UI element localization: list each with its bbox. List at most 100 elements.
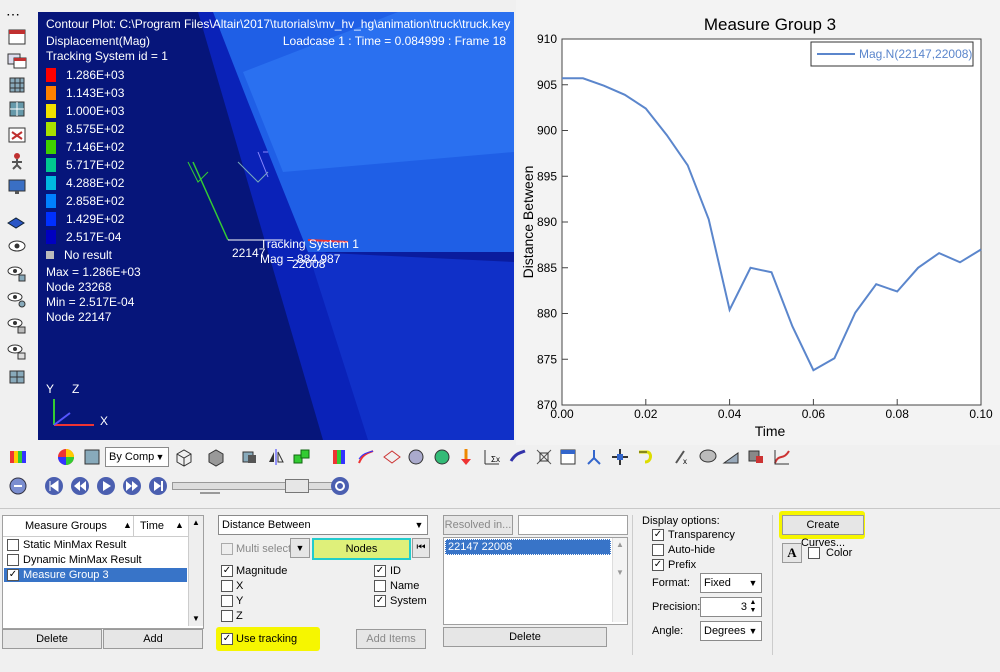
transparency-checkbox[interactable]: ✓ xyxy=(652,529,664,541)
color-swatch[interactable] xyxy=(808,547,820,559)
delete-group-button[interactable]: Delete xyxy=(2,629,102,649)
contour-icon[interactable] xyxy=(8,447,28,467)
eye-icon[interactable] xyxy=(6,238,28,256)
section-icon[interactable] xyxy=(240,447,260,467)
items-list[interactable]: 22147 22008 ▲ ▼ xyxy=(443,537,628,625)
prefix-checkbox[interactable]: ✓ xyxy=(652,559,664,571)
group-visible-checkbox[interactable] xyxy=(7,539,19,551)
color-mode-dropdown[interactable]: By Comp ▼ xyxy=(105,447,169,467)
frame-slider[interactable] xyxy=(172,479,334,493)
time-header[interactable]: Time xyxy=(140,520,164,532)
add-group-button[interactable]: Add xyxy=(103,629,203,649)
add-items-button[interactable]: Add Items xyxy=(356,629,426,649)
system-checkbox[interactable]: ✓ xyxy=(374,595,386,607)
precision-spinner[interactable]: 3 ▲ ▼ xyxy=(700,597,762,617)
person-tool-icon[interactable] xyxy=(6,152,28,170)
vector-icon[interactable] xyxy=(456,447,476,467)
group-visible-checkbox[interactable] xyxy=(7,554,19,566)
animation-mode-icon[interactable] xyxy=(8,476,28,496)
vertical-scrollbar[interactable]: ▲ ▼ xyxy=(612,538,627,622)
entity-type-dropdown[interactable]: ▼ xyxy=(290,538,310,558)
sphere-icon[interactable] xyxy=(432,447,452,467)
scroll-down-icon[interactable]: ▼ xyxy=(192,614,200,623)
eye-assembly-icon[interactable] xyxy=(6,316,28,334)
y-checkbox[interactable] xyxy=(221,595,233,607)
green-blocks-icon[interactable] xyxy=(292,447,312,467)
window-multi-icon[interactable] xyxy=(6,52,28,70)
speed-slider[interactable] xyxy=(200,492,220,494)
auto-hide-checkbox[interactable] xyxy=(652,544,664,556)
sort-up-icon[interactable]: ▲ xyxy=(123,520,132,530)
color-wheel-icon[interactable] xyxy=(56,447,76,467)
scroll-down-icon[interactable]: ▼ xyxy=(616,568,624,577)
delete-item-button[interactable]: Delete xyxy=(443,627,607,647)
path-icon[interactable] xyxy=(636,447,656,467)
measure-icon[interactable]: Σx xyxy=(482,447,502,467)
note-icon[interactable] xyxy=(558,447,578,467)
remove-measure-icon[interactable]: x xyxy=(672,447,692,467)
z-checkbox[interactable] xyxy=(221,610,233,622)
use-tracking-checkbox[interactable]: ✓ xyxy=(221,633,233,645)
clip-icon[interactable] xyxy=(534,447,554,467)
font-button[interactable]: A xyxy=(782,543,802,563)
play-icon[interactable] xyxy=(96,476,116,496)
format-dropdown[interactable]: Fixed ▼ xyxy=(700,573,762,593)
tensor-icon[interactable] xyxy=(406,447,426,467)
id-checkbox[interactable]: ✓ xyxy=(374,565,386,577)
mesh-icon[interactable] xyxy=(6,100,28,118)
shaded-icon[interactable] xyxy=(206,447,226,467)
spinner-arrows-icon[interactable]: ▲ ▼ xyxy=(746,599,760,615)
measure-type-dropdown[interactable]: Distance Between ▼ xyxy=(218,515,428,535)
layer-icon[interactable] xyxy=(6,214,28,232)
angle-dropdown[interactable]: Degrees ▼ xyxy=(700,621,762,641)
list-item[interactable]: 22147 22008 xyxy=(445,539,611,555)
move-icon[interactable] xyxy=(610,447,630,467)
multi-select-checkbox[interactable] xyxy=(221,543,233,555)
group-visible-checkbox[interactable]: ✓ xyxy=(7,569,19,581)
scroll-up-icon[interactable]: ▲ xyxy=(192,518,200,527)
reset-selection-icon[interactable]: ⏮ xyxy=(412,538,430,558)
last-frame-icon[interactable] xyxy=(148,476,168,496)
grid-mesh-icon[interactable] xyxy=(6,368,28,386)
comment-icon[interactable] xyxy=(698,447,718,467)
grid-icon[interactable] xyxy=(6,76,28,94)
measure-groups-list[interactable]: Measure Groups ▲ Time ▲ Static MinMax Re… xyxy=(2,515,204,629)
table-row[interactable]: Static MinMax Result xyxy=(4,538,187,552)
magnitude-checkbox[interactable]: ✓ xyxy=(221,565,233,577)
graphics-viewport[interactable]: Contour Plot: C:\Program Files\Altair\20… xyxy=(38,12,514,440)
name-checkbox[interactable] xyxy=(374,580,386,592)
mesh-color-icon[interactable] xyxy=(82,447,102,467)
nodes-selector-button[interactable]: Nodes xyxy=(312,538,411,560)
measure-groups-header[interactable]: Measure Groups xyxy=(25,520,107,532)
deformed-icon[interactable] xyxy=(382,447,402,467)
eye-part-icon[interactable] xyxy=(6,290,28,308)
plot-window[interactable]: Measure Group 3 Time Distance Between 87… xyxy=(516,0,1000,445)
vertical-scrollbar[interactable]: ▲ ▼ xyxy=(188,516,203,626)
legend-icon[interactable] xyxy=(330,447,350,467)
first-frame-icon[interactable] xyxy=(44,476,64,496)
next-frame-icon[interactable] xyxy=(122,476,142,496)
pipe-icon[interactable] xyxy=(508,447,528,467)
curve-edit-icon[interactable] xyxy=(772,447,792,467)
previous-frame-icon[interactable] xyxy=(70,476,90,496)
eye-settings-icon[interactable] xyxy=(6,264,28,282)
sort-up-icon[interactable]: ▲ xyxy=(175,520,184,530)
window-red-icon[interactable] xyxy=(6,28,28,46)
scroll-up-icon[interactable]: ▲ xyxy=(616,540,624,549)
contour-lines-icon[interactable] xyxy=(356,447,376,467)
mirror-icon[interactable] xyxy=(266,447,286,467)
resolved-in-button[interactable]: Resolved in... xyxy=(443,515,513,535)
ramp-icon[interactable] xyxy=(722,447,742,467)
resolved-in-field[interactable] xyxy=(518,515,628,535)
animation-settings-icon[interactable] xyxy=(330,476,350,496)
create-curves-button[interactable]: Create Curves... xyxy=(782,515,864,549)
wireframe-icon[interactable] xyxy=(174,447,194,467)
table-row[interactable]: Dynamic MinMax Result xyxy=(4,553,187,567)
monitor-icon[interactable] xyxy=(6,178,28,196)
frame-slider-thumb[interactable] xyxy=(285,479,309,493)
eye-model-icon[interactable] xyxy=(6,342,28,360)
tracking-system-icon[interactable] xyxy=(584,447,604,467)
assembly-icon[interactable] xyxy=(746,447,766,467)
x-checkbox[interactable] xyxy=(221,580,233,592)
window-close-icon[interactable] xyxy=(6,126,28,144)
